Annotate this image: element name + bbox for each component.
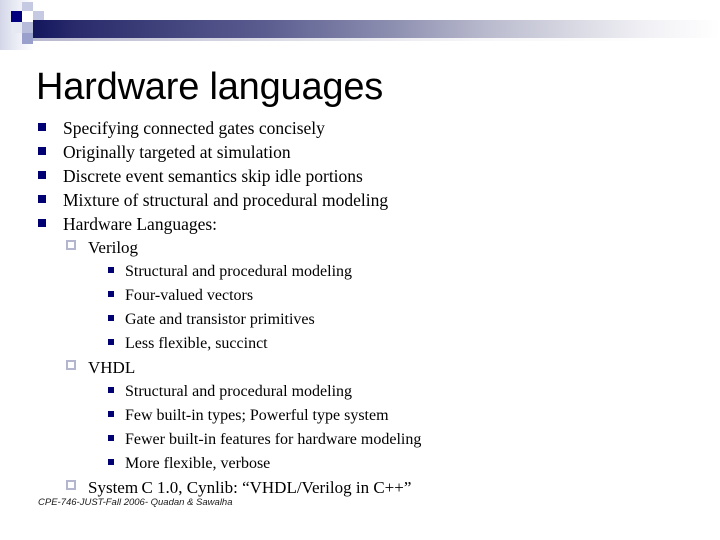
filled-square-bullet-icon [108,315,114,321]
decor-square [22,22,33,33]
bullet-text: Fewer built-in features for hardware mod… [125,431,422,448]
bullet-text: More flexible, verbose [125,455,271,472]
filled-square-bullet-icon [108,339,114,345]
bullet-text: Few built-in types; Powerful type system [125,407,389,424]
bullet-item-level3: Less flexible, succinct [0,332,720,356]
filled-square-bullet-icon [108,459,114,465]
header-gradient-bar [33,20,720,38]
filled-square-bullet-icon [108,411,114,417]
bullet-item-level1: Discrete event semantics skip idle porti… [0,164,720,188]
bullet-item-level2: Verilog [0,236,720,260]
bullet-text: Hardware Languages: [63,214,218,234]
filled-square-bullet-icon [38,195,46,203]
filled-square-bullet-icon [108,435,114,441]
bullet-item-level3: Gate and transistor primitives [0,308,720,332]
bullet-text: Four-valued vectors [125,287,254,304]
bullet-item-level3: Few built-in types; Powerful type system [0,404,720,428]
bullet-item-level3: More flexible, verbose [0,452,720,476]
bullet-item-level1: Mixture of structural and procedural mod… [0,188,720,212]
decor-square [22,11,33,22]
bullet-text: Gate and transistor primitives [125,311,315,328]
hollow-square-bullet-icon [66,240,76,250]
filled-square-bullet-icon [38,123,46,131]
decor-square [33,0,44,11]
bullet-text: Verilog [88,238,139,257]
bullet-item-level3: Fewer built-in features for hardware mod… [0,428,720,452]
filled-square-bullet-icon [38,147,46,155]
filled-square-bullet-icon [38,219,46,227]
slide-header-decoration [0,0,720,56]
hollow-square-bullet-icon [66,480,76,490]
bullet-text: Less flexible, succinct [125,335,268,352]
filled-square-bullet-icon [108,387,114,393]
bullet-text: Structural and procedural modeling [125,383,353,400]
filled-square-bullet-icon [38,171,46,179]
bullet-text: VHDL [88,358,136,377]
bullet-text: Originally targeted at simulation [63,142,291,162]
decor-square [11,22,22,33]
bullet-item-level3: Four-valued vectors [0,284,720,308]
bullet-text: Discrete event semantics skip idle porti… [63,166,363,186]
bullet-item-level1: Originally targeted at simulation [0,140,720,164]
decor-square [11,11,22,22]
bullet-text: Specifying connected gates concisely [63,118,325,138]
filled-square-bullet-icon [108,291,114,297]
bullet-item-level1: Specifying connected gates concisely [0,116,720,140]
bullet-text: Mixture of structural and procedural mod… [63,190,389,210]
bullet-item-level1: Hardware Languages: [0,212,720,236]
hollow-square-bullet-icon [66,360,76,370]
decor-square [22,33,33,44]
bullet-list: Specifying connected gates concisely Orig… [0,116,720,500]
bullet-item-level2: VHDL [0,356,720,380]
filled-square-bullet-icon [108,267,114,273]
bullet-item-level3: Structural and procedural modeling [0,380,720,404]
slide-footer: CPE-746-JUST-Fall 2006- Quadan & Sawalha [38,497,233,508]
page-title: Hardware languages [36,66,384,108]
bullet-item-level3: Structural and procedural modeling [0,260,720,284]
bullet-text: Structural and procedural modeling [125,263,353,280]
header-bar-shadow [33,38,720,41]
